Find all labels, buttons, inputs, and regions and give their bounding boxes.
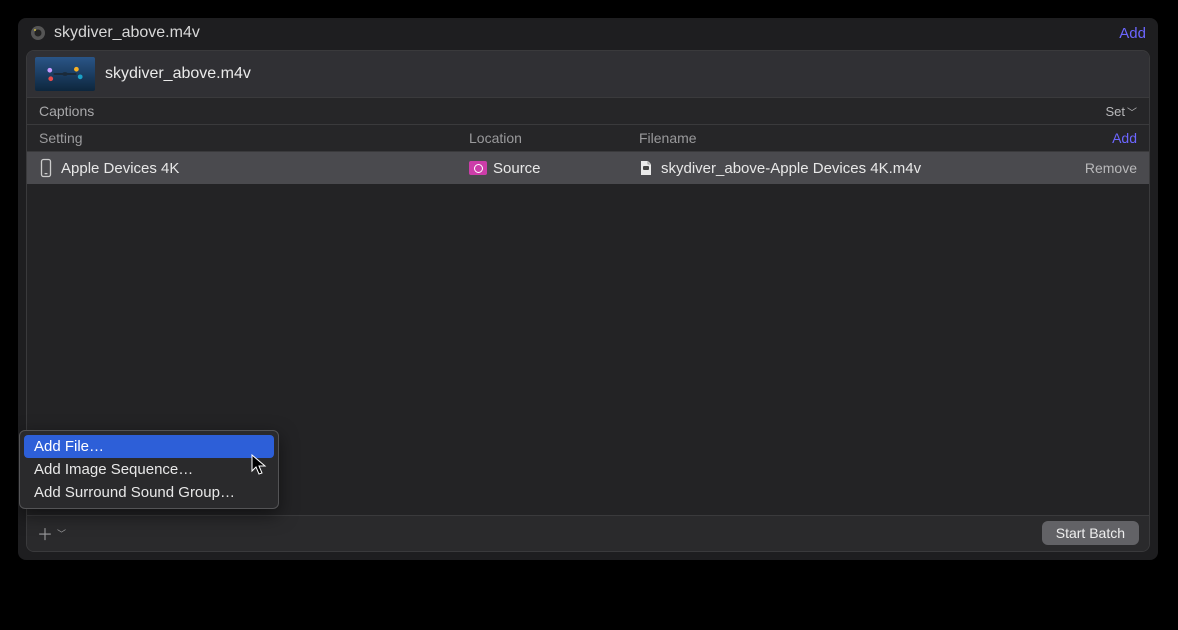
chevron-down-icon: ﹀	[57, 527, 66, 540]
popup-item-add-surround-sound[interactable]: Add Surround Sound Group…	[24, 481, 274, 504]
titlebar: skydiver_above.m4v Add	[18, 18, 1158, 50]
captions-set-menu[interactable]: Set ﹀	[1105, 104, 1137, 119]
popup-item-add-file[interactable]: Add File…	[24, 435, 274, 458]
callout-label: Add pop-up menu	[32, 592, 199, 616]
setting-name: Apple Devices 4K	[61, 160, 179, 177]
source-file-row[interactable]: skydiver_above.m4v	[27, 51, 1149, 98]
header-filename: Filename	[639, 130, 1112, 146]
settings-header-row: Setting Location Filename Add	[27, 125, 1149, 152]
callout-line	[35, 571, 36, 594]
source-file-name: skydiver_above.m4v	[105, 65, 251, 83]
document-icon	[639, 160, 653, 176]
bottom-toolbar: ＋ ﹀ Start Batch	[27, 515, 1149, 551]
window-title: skydiver_above.m4v	[54, 24, 200, 42]
titlebar-add-link[interactable]: Add	[1119, 25, 1146, 42]
settings-add-link[interactable]: Add	[1112, 130, 1137, 146]
source-thumbnail	[35, 57, 95, 91]
device-icon	[39, 158, 53, 178]
captions-set-label: Set	[1105, 104, 1125, 119]
setting-row[interactable]: Apple Devices 4K Source skydiver_above-A…	[27, 152, 1149, 184]
header-location: Location	[469, 130, 639, 146]
start-batch-button[interactable]: Start Batch	[1042, 521, 1139, 545]
output-filename: skydiver_above-Apple Devices 4K.m4v	[661, 160, 921, 177]
header-setting: Setting	[39, 130, 469, 146]
chevron-down-icon: ﹀	[1127, 104, 1137, 119]
add-menu-button[interactable]: ＋ ﹀	[37, 521, 66, 545]
add-popup-menu: Add File… Add Image Sequence… Add Surrou…	[19, 430, 279, 509]
remove-link[interactable]: Remove	[1085, 160, 1137, 176]
location-name: Source	[493, 160, 541, 177]
source-folder-icon	[469, 161, 487, 175]
plus-icon: ＋	[37, 521, 53, 545]
app-icon	[30, 25, 46, 41]
captions-label: Captions	[39, 103, 94, 119]
captions-row: Captions Set ﹀	[27, 98, 1149, 125]
popup-item-add-image-sequence[interactable]: Add Image Sequence…	[24, 458, 274, 481]
